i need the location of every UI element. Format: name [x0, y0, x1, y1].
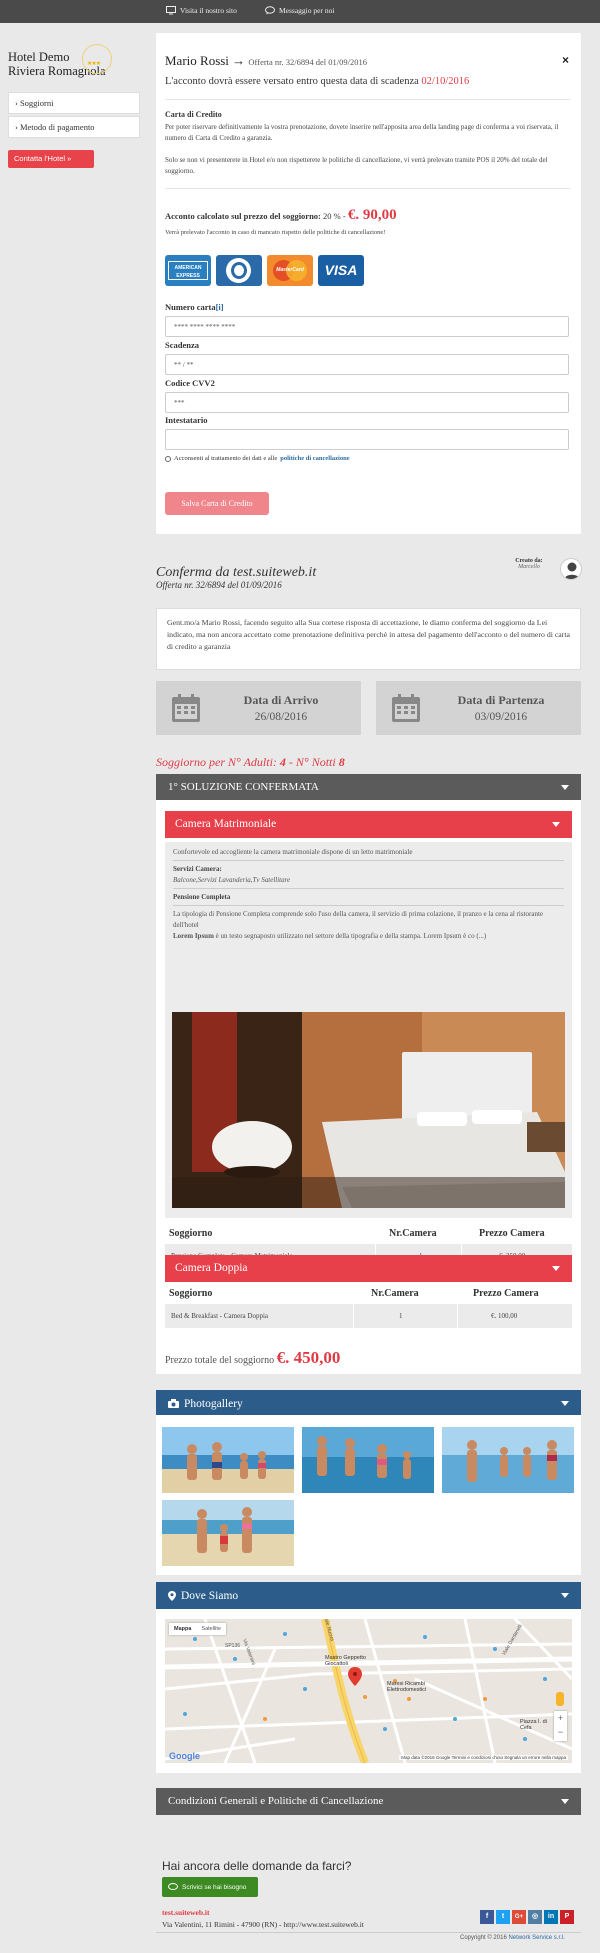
calendar-icon	[392, 694, 420, 722]
solution-panel: Camera Matrimoniale Confortevole ed acco…	[156, 800, 581, 1374]
total-price: Prezzo totale del soggiorno €. 450,00	[165, 1348, 341, 1367]
linkedin-icon[interactable]: in	[544, 1910, 558, 1924]
departure-date-box: Data di Partenza 03/09/2016	[376, 681, 581, 735]
card-number-input[interactable]: **** **** **** ****	[165, 316, 569, 337]
stars-emblem: ★★★	[82, 44, 112, 74]
gallery-photo[interactable]	[442, 1427, 574, 1493]
footer-address: Via Valentini, 11 Rimini - 47900 (RN) - …	[162, 1920, 364, 1929]
chevron-down-icon	[561, 1401, 569, 1406]
calendar-icon	[172, 694, 200, 722]
twitter-icon[interactable]: t	[496, 1910, 510, 1924]
room-description: Confortevole ed accogliente la camera ma…	[165, 842, 572, 1218]
photogallery-header[interactable]: Photogallery	[156, 1390, 581, 1417]
pegman-icon[interactable]	[556, 1692, 564, 1706]
avatar	[560, 558, 582, 580]
gallery-photo[interactable]	[162, 1427, 294, 1493]
info-icon[interactable]: [i]	[216, 302, 224, 312]
room-photo	[172, 1012, 565, 1208]
consent-checkbox[interactable]: Acconsenti al trattamento dei dati e all…	[165, 455, 350, 462]
cc-paragraph-2: Solo se non vi presenterete in Hotel e/o…	[165, 156, 548, 175]
cancellation-policy-link[interactable]: politiche di cancellazione	[280, 455, 349, 462]
gallery-photo[interactable]	[162, 1500, 294, 1566]
holder-label: Intestatario	[165, 415, 208, 425]
google-logo: Google	[169, 1751, 200, 1761]
map-attribution[interactable]: Map data ©2016 Google Termini e condizio…	[399, 1755, 568, 1760]
cvv-input[interactable]: ***	[165, 392, 569, 413]
table-row: Bed & Breakfast - Camera Doppia 1 €. 100…	[165, 1304, 572, 1328]
cvv-label: Codice CVV2	[165, 378, 215, 388]
chevron-down-icon	[552, 1266, 560, 1271]
visit-site-link[interactable]: Visita il nostro sito	[166, 6, 237, 15]
room-matrimoniale-header[interactable]: Camera Matrimoniale	[165, 811, 572, 838]
arrival-date-box: Data di Arrivo 26/08/2016	[156, 681, 361, 735]
payment-modal: × Mario Rossi → Offerta nr. 32/6894 del …	[156, 33, 581, 534]
room-doppia-header[interactable]: Camera Doppia	[165, 1255, 572, 1282]
chevron-down-icon	[561, 785, 569, 790]
solution-header[interactable]: 1° SOLUZIONE CONFERMATA	[156, 774, 581, 801]
contact-hotel-button[interactable]: Contatta l'Hotel »	[8, 150, 94, 168]
mastercard-card-icon[interactable]: MasterCard	[267, 255, 313, 286]
deposit-note: Verrà prelevato l'acconto in caso di man…	[165, 229, 386, 236]
map-type-control: Mappa Satellite	[169, 1623, 226, 1635]
divider	[165, 99, 570, 100]
map-marker-icon	[168, 1590, 176, 1601]
chevron-down-icon	[561, 1799, 569, 1804]
close-icon[interactable]: ×	[562, 53, 569, 67]
created-by: Creato da: Marcello	[515, 558, 543, 570]
location-header[interactable]: Dove Siamo	[156, 1582, 581, 1609]
cc-paragraph: Per poter riservare definitivamente la v…	[165, 123, 559, 142]
sidebar-item-payment[interactable]: › Metodo di pagamento	[8, 116, 140, 138]
visa-card-icon[interactable]: VISA	[318, 255, 364, 286]
facebook-icon[interactable]: f	[480, 1910, 494, 1924]
confirmation-title: Conferma da test.suiteweb.it	[156, 565, 317, 580]
camera-icon	[168, 1399, 179, 1408]
cc-heading: Carta di Credito	[165, 110, 222, 119]
holder-input[interactable]	[165, 429, 569, 450]
chevron-down-icon	[552, 822, 560, 827]
satellite-tab[interactable]: Satellite	[196, 1623, 226, 1635]
modal-title: Mario Rossi → Offerta nr. 32/6894 del 01…	[165, 53, 368, 68]
network-service-link[interactable]: Network Service s.r.l.	[508, 1935, 564, 1941]
monitor-icon	[166, 6, 176, 15]
diners-card-icon[interactable]	[216, 255, 262, 286]
conditions-header[interactable]: Condizioni Generali e Politiche di Cance…	[156, 1788, 581, 1815]
message-link[interactable]: Messaggio per noi	[265, 6, 334, 15]
map-panel: Mappa Satellite Mastro Geppetto Giocatto…	[156, 1609, 581, 1773]
instagram-icon[interactable]: ◎	[528, 1910, 542, 1924]
photogallery-panel	[156, 1415, 581, 1575]
due-date-line: L'acconto dovrà essere versato entro que…	[165, 76, 470, 87]
pinterest-icon[interactable]: P	[560, 1910, 574, 1924]
save-card-button[interactable]: Salva Carta di Credito	[165, 492, 269, 515]
questions-heading: Hai ancora delle domande da farci?	[162, 1859, 352, 1873]
copyright: Copyright © 2016 Network Service s.r.l.	[460, 1935, 565, 1941]
footer-site-name[interactable]: test.suiteweb.it	[162, 1908, 210, 1917]
top-bar: Visita il nostro sito Messaggio per noi	[0, 0, 600, 23]
radio-icon[interactable]	[165, 455, 171, 462]
footer-divider	[156, 1932, 581, 1933]
google-plus-icon[interactable]: G+	[512, 1910, 526, 1924]
zoom-control[interactable]: + −	[554, 1711, 567, 1741]
divider	[165, 188, 570, 189]
card-number-label: Numero carta[i]	[165, 302, 224, 312]
chat-icon	[168, 1883, 178, 1890]
intro-message: Gent.mo/a Mario Rossi, facendo seguito a…	[156, 608, 581, 670]
confirmation-subtitle: Offerta nr. 32/6894 del 01/09/2016	[156, 580, 282, 590]
user-icon	[564, 562, 580, 579]
sidebar-item-soggiorni[interactable]: › Soggiorni	[8, 92, 140, 114]
deposit-line: Acconto calcolato sul prezzo del soggior…	[165, 207, 397, 223]
stay-summary: Soggiorno per N° Adulti: 4 - N° Notti 8	[156, 755, 345, 769]
google-map[interactable]: Mappa Satellite Mastro Geppetto Giocatto…	[165, 1619, 572, 1763]
expiry-label: Scadenza	[165, 340, 199, 350]
hotel-logo[interactable]: Hotel Demo Riviera Romagnola ★★★	[8, 44, 113, 84]
gallery-photo[interactable]	[302, 1427, 434, 1493]
chat-icon	[265, 6, 275, 15]
amex-card-icon[interactable]: AMERICAN EXPRESS	[165, 255, 211, 286]
map-tab[interactable]: Mappa	[169, 1623, 196, 1635]
chevron-down-icon	[561, 1593, 569, 1598]
expiry-input[interactable]: ** / **	[165, 354, 569, 375]
write-us-button[interactable]: Scrivici se hai bisogno	[162, 1877, 258, 1897]
